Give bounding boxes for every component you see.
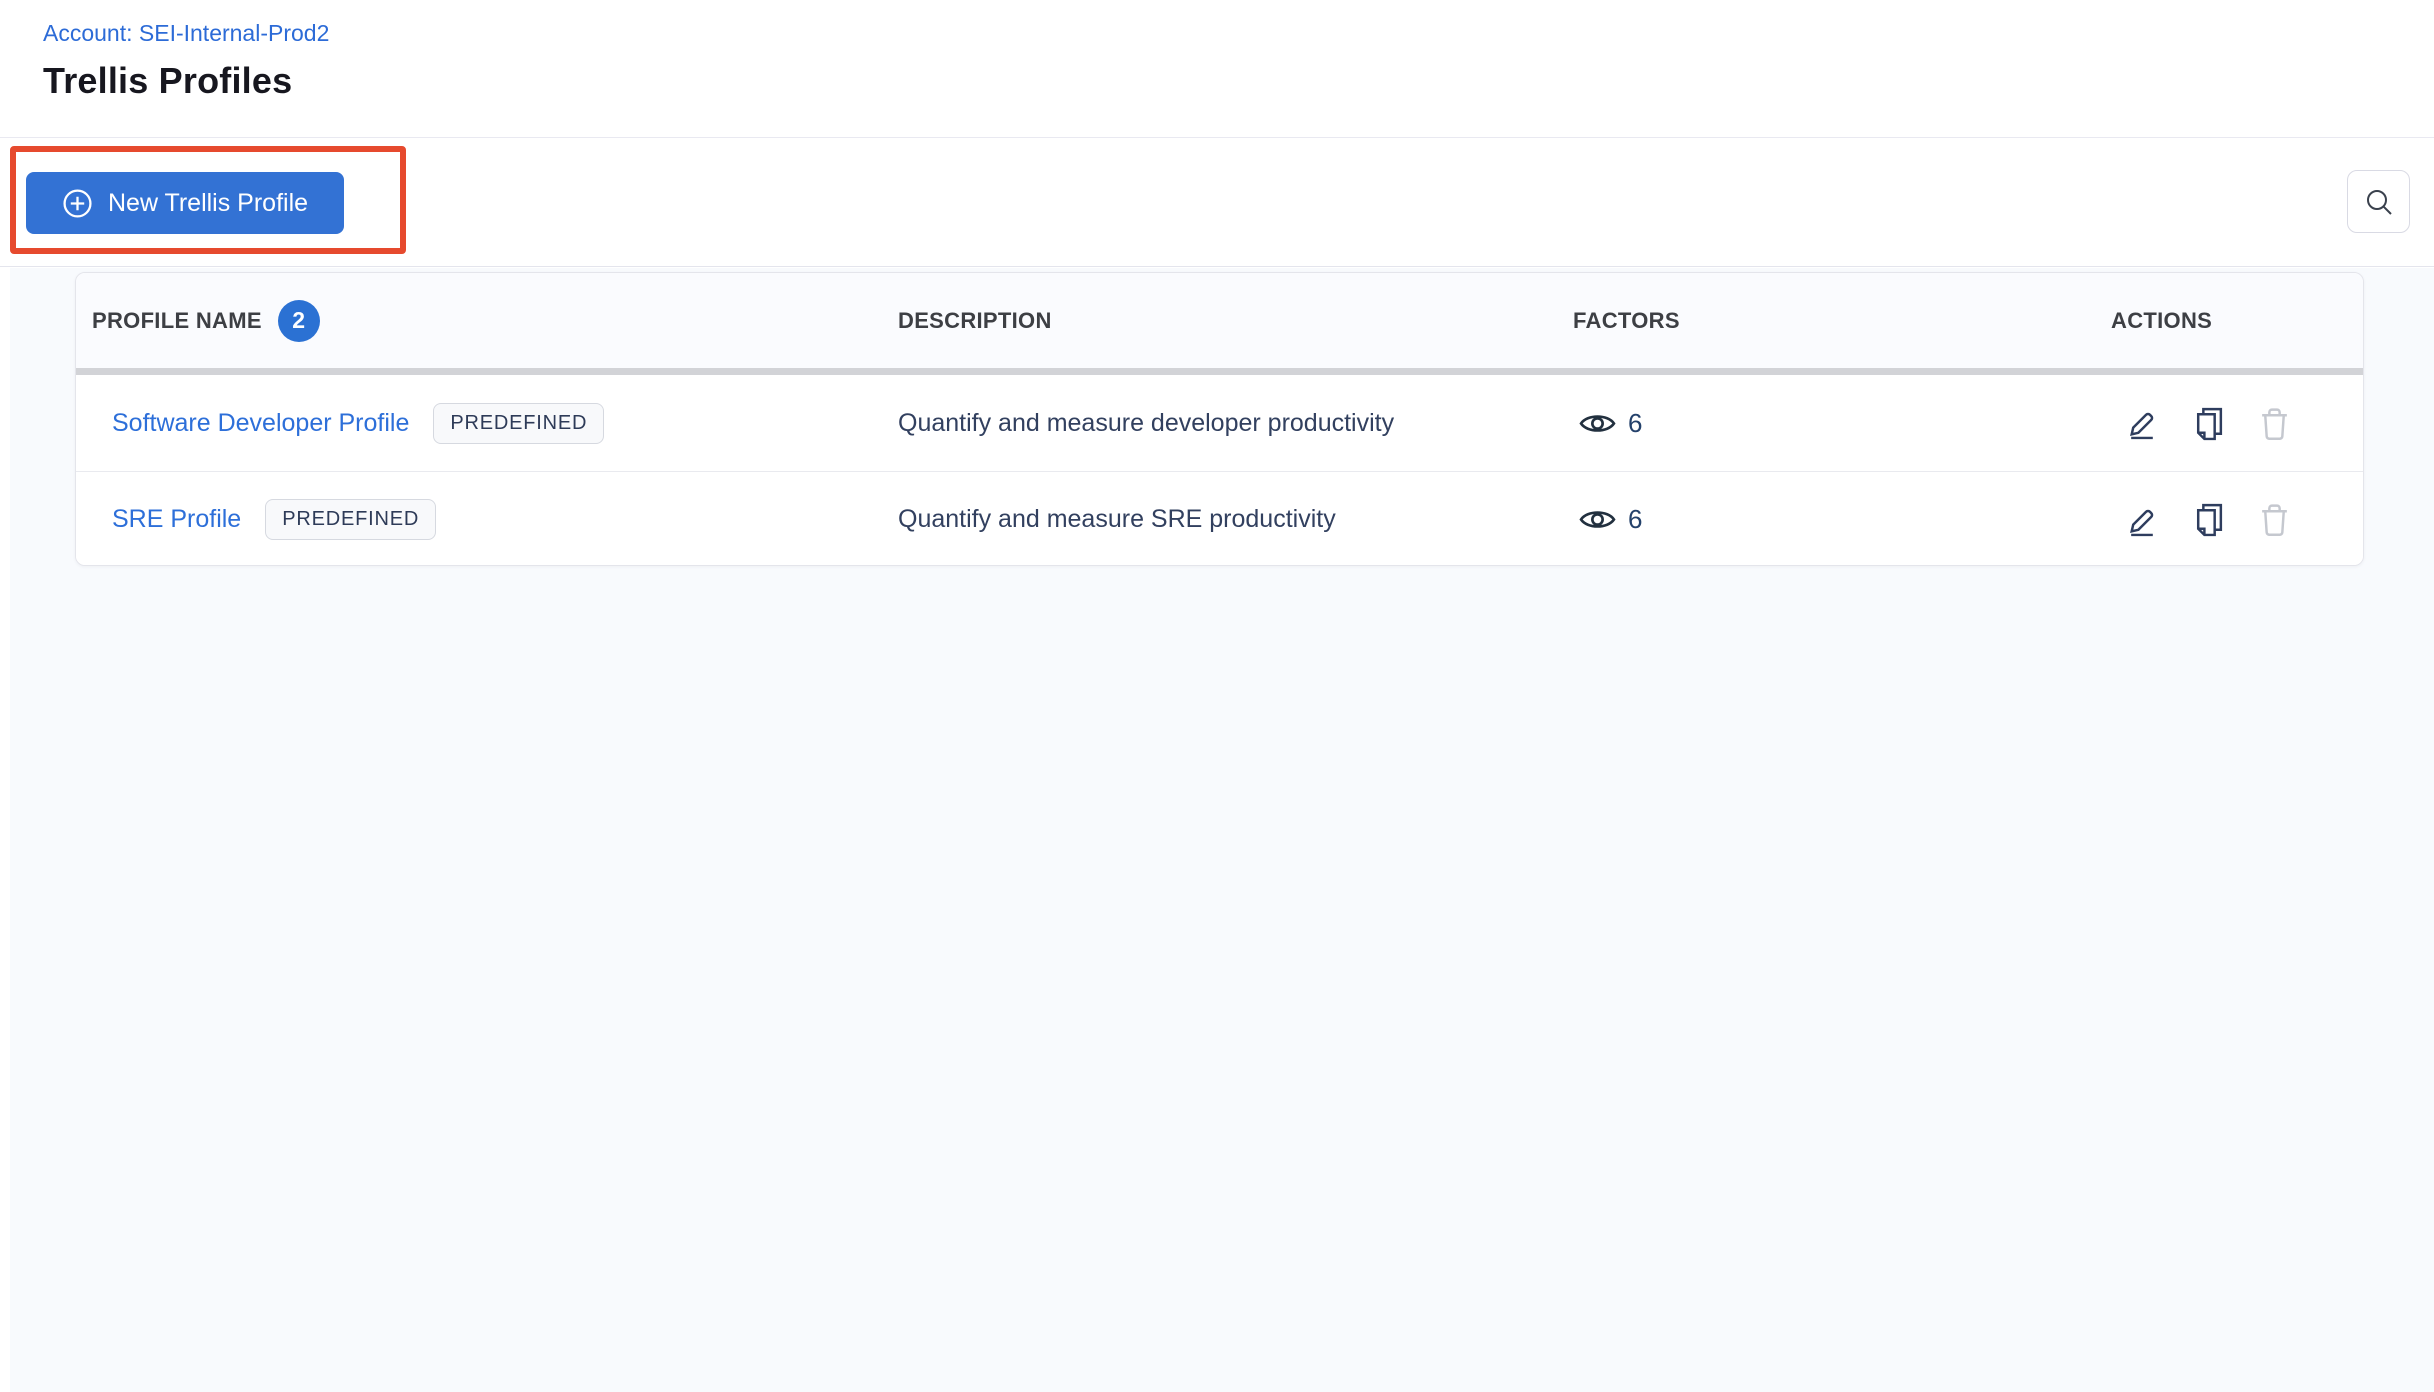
search-icon — [2363, 186, 2395, 218]
factor-count: 6 — [1628, 407, 1643, 438]
search-button[interactable] — [2347, 170, 2410, 233]
eye-icon — [1579, 506, 1616, 533]
table-row: Software Developer Profile PREDEFINED Qu… — [76, 375, 2363, 471]
trash-icon[interactable] — [2258, 502, 2291, 537]
predefined-badge: PREDEFINED — [265, 499, 437, 540]
factors-cell: 6 — [1573, 504, 2111, 535]
column-header-factors: FACTORS — [1573, 307, 1680, 333]
predefined-badge: PREDEFINED — [433, 402, 605, 444]
toolbar: New Trellis Profile — [0, 139, 2434, 267]
profile-count-badge: 2 — [277, 299, 320, 342]
plus-circle-icon — [62, 188, 93, 219]
table-row: SRE Profile PREDEFINED Quantify and meas… — [76, 471, 2363, 565]
factors-cell: 6 — [1573, 408, 2111, 439]
new-trellis-profile-button[interactable]: New Trellis Profile — [26, 172, 345, 234]
header-divider — [76, 368, 2363, 375]
table-header-row: PROFILE NAME 2 DESCRIPTION FACTORS ACTIO… — [76, 273, 2363, 368]
profile-link-software-developer[interactable]: Software Developer Profile — [112, 409, 409, 438]
trash-icon[interactable] — [2258, 406, 2291, 441]
copy-icon[interactable] — [2192, 406, 2225, 441]
column-header-description: DESCRIPTION — [898, 307, 1052, 333]
profiles-table: PROFILE NAME 2 DESCRIPTION FACTORS ACTIO… — [75, 272, 2364, 566]
profile-link-sre[interactable]: SRE Profile — [112, 505, 241, 534]
actions-cell — [2111, 406, 2363, 441]
page-header: Account: SEI-Internal-Prod2 Trellis Prof… — [0, 0, 2434, 138]
edit-pencil-icon[interactable] — [2126, 503, 2159, 537]
trellis-profiles-page: Account: SEI-Internal-Prod2 Trellis Prof… — [0, 0, 2434, 1392]
left-gutter — [0, 268, 10, 1392]
breadcrumb-account-link[interactable]: Account: SEI-Internal-Prod2 — [43, 20, 329, 47]
page-title: Trellis Profiles — [43, 60, 293, 101]
factor-count: 6 — [1628, 504, 1643, 534]
actions-cell — [2111, 502, 2363, 537]
column-header-actions: ACTIONS — [2111, 307, 2213, 333]
new-trellis-profile-label: New Trellis Profile — [108, 188, 309, 217]
content-area: PROFILE NAME 2 DESCRIPTION FACTORS ACTIO… — [0, 268, 2434, 1392]
edit-pencil-icon[interactable] — [2126, 406, 2159, 440]
profile-description: Quantify and measure SRE productivity — [898, 505, 1336, 533]
profile-name-header-label: PROFILE NAME — [92, 307, 262, 333]
column-header-profile-name: PROFILE NAME 2 — [76, 299, 898, 342]
eye-icon — [1579, 410, 1616, 437]
profile-description: Quantify and measure developer productiv… — [898, 408, 1395, 437]
copy-icon[interactable] — [2192, 502, 2225, 537]
